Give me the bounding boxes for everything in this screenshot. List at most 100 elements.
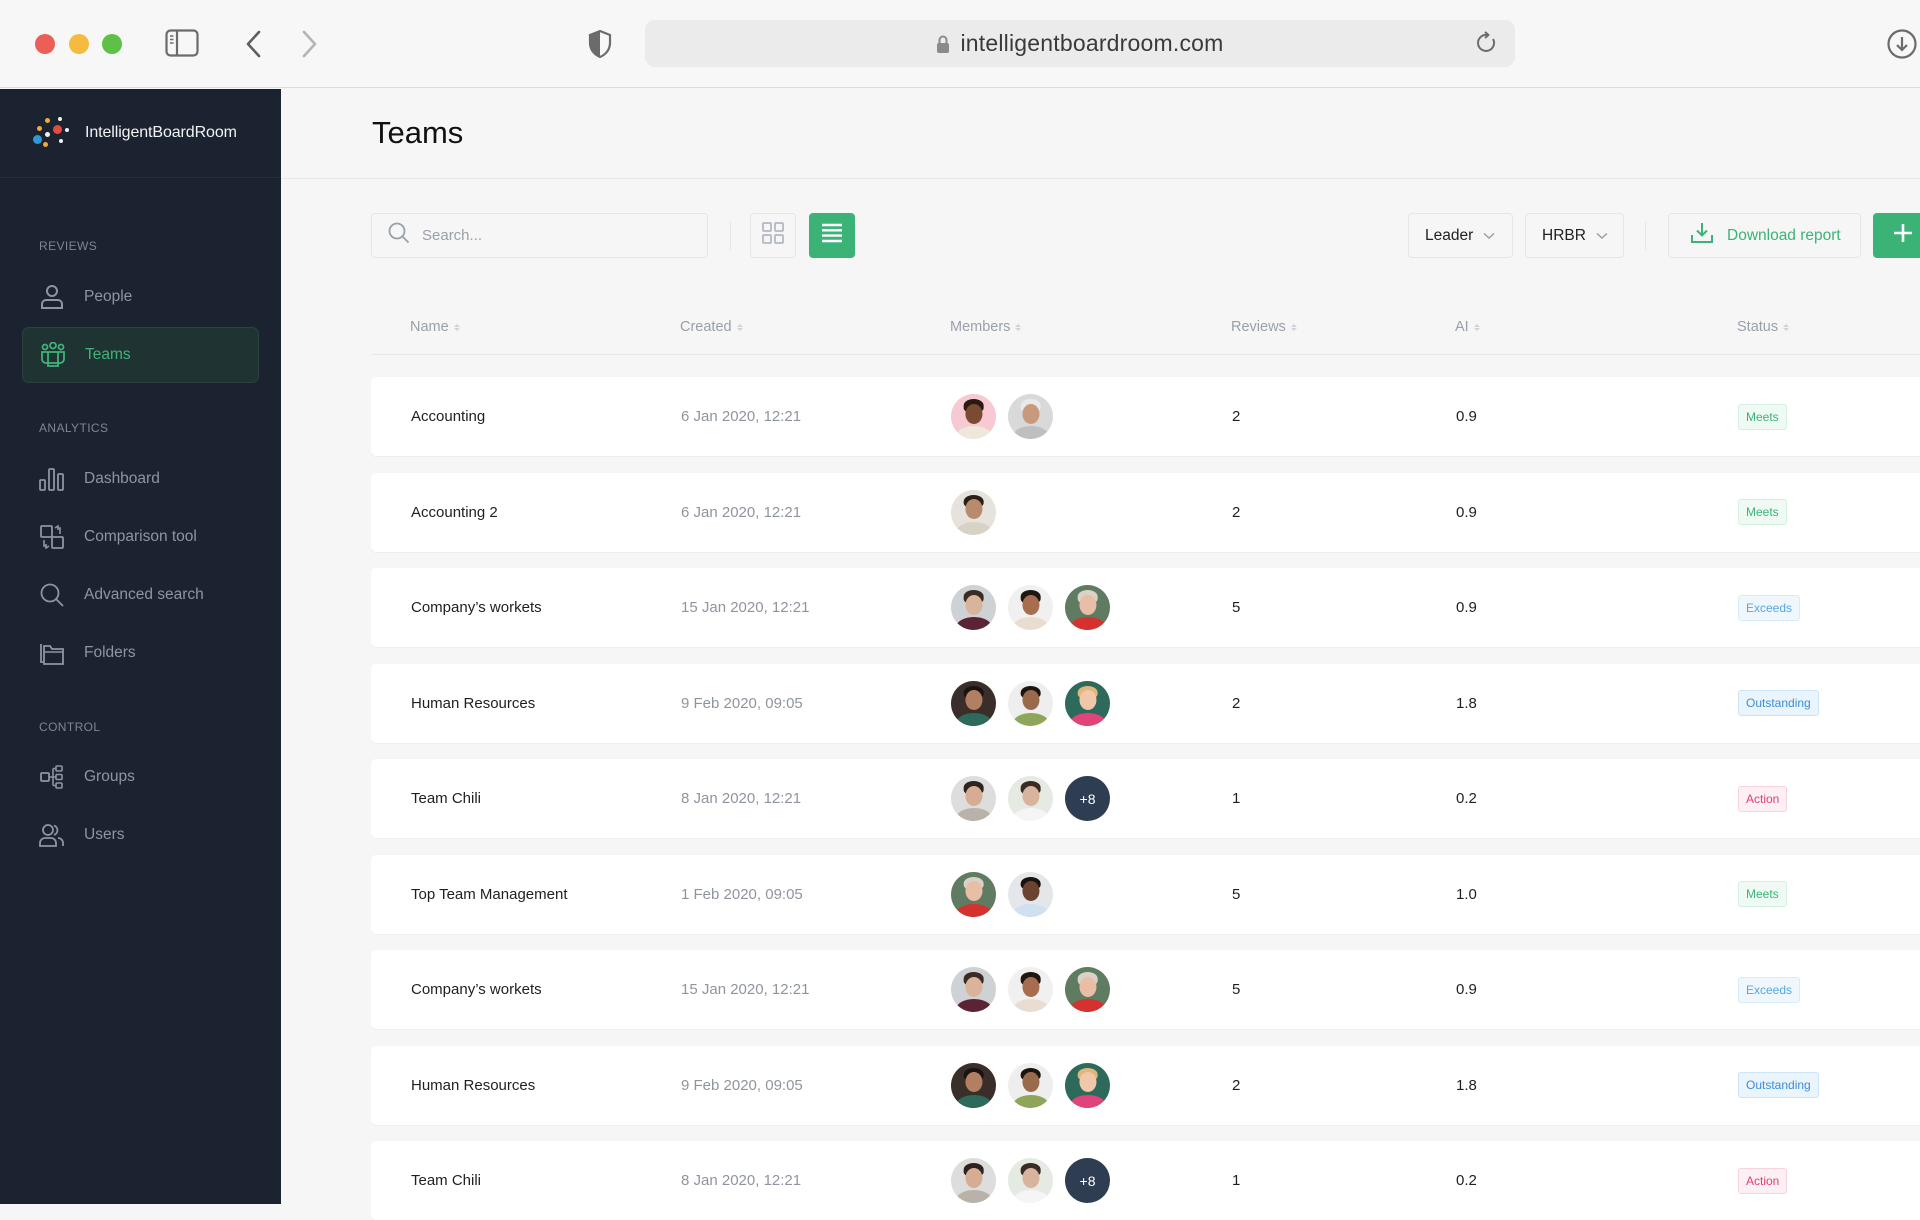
close-window-button[interactable] xyxy=(35,34,55,54)
avatar[interactable] xyxy=(1008,585,1053,630)
hrbr-filter-dropdown[interactable]: HRBR xyxy=(1525,213,1624,258)
search-icon xyxy=(388,222,410,249)
team-name[interactable]: Company’s workets xyxy=(411,568,542,647)
table-row[interactable]: Company’s workets 15 Jan 2020, 12:21 5 0.9 E… xyxy=(371,950,1920,1029)
status-cell: Outstanding xyxy=(1738,664,1819,743)
more-members-badge[interactable]: +8 xyxy=(1065,1158,1110,1203)
created-date: 8 Jan 2020, 12:21 xyxy=(681,790,802,807)
team-name[interactable]: Top Team Management xyxy=(411,855,567,934)
sidebar-item-teams[interactable]: Teams xyxy=(22,327,259,383)
divider xyxy=(730,222,731,250)
section-label-analytics: ANALYTICS xyxy=(39,421,109,435)
address-bar[interactable]: intelligentboardroom.com xyxy=(645,20,1515,67)
sidebar-item-label: People xyxy=(84,288,133,305)
sidebar-item-label: Dashboard xyxy=(84,470,160,487)
grid-view-button[interactable] xyxy=(750,213,796,258)
more-members-badge[interactable]: +8 xyxy=(1065,776,1110,821)
avatar[interactable] xyxy=(951,394,996,439)
search-input[interactable] xyxy=(422,227,682,244)
sort-icon xyxy=(736,323,743,331)
page-title: Teams xyxy=(372,115,464,150)
team-name[interactable]: Human Resources xyxy=(411,1046,535,1125)
team-name[interactable]: Accounting xyxy=(411,377,485,456)
sidebar-item-groups[interactable]: Groups xyxy=(22,749,259,805)
minimize-window-button[interactable] xyxy=(69,34,89,54)
table-row[interactable]: Accounting 2 6 Jan 2020, 12:21 2 0.9 Meets xyxy=(371,472,1920,552)
avatar[interactable] xyxy=(951,489,996,535)
avatar[interactable] xyxy=(1065,1062,1110,1108)
created-date: 9 Feb 2020, 09:05 xyxy=(681,694,803,712)
sidebar-item-comparison-tool[interactable]: Comparison tool xyxy=(22,509,259,565)
table-row[interactable]: Company’s workets 15 Jan 2020, 12:21 5 0.9 E… xyxy=(371,568,1920,647)
status-cell: Exceeds xyxy=(1738,950,1801,1029)
team-name[interactable]: Accounting 2 xyxy=(411,473,498,552)
add-team-button[interactable] xyxy=(1873,213,1920,258)
chevron-down-icon xyxy=(1596,227,1608,245)
avatar[interactable] xyxy=(951,871,996,917)
column-header-created[interactable]: Created xyxy=(680,319,743,335)
avatar[interactable] xyxy=(1065,585,1110,630)
avatar[interactable] xyxy=(1008,394,1053,439)
bar-chart-icon xyxy=(39,466,65,492)
grid-icon xyxy=(762,222,784,249)
downloads-icon[interactable] xyxy=(1886,28,1918,60)
ai-score: 0.9 xyxy=(1456,599,1477,616)
column-header-name[interactable]: Name xyxy=(410,319,460,335)
search-field[interactable] xyxy=(371,213,708,258)
avatar[interactable] xyxy=(1008,1158,1053,1203)
team-name[interactable]: Team Chili xyxy=(411,1141,481,1220)
status-cell: Meets xyxy=(1738,855,1787,934)
members-avatars xyxy=(951,950,1110,1029)
sidebar-toggle-icon[interactable] xyxy=(165,29,199,57)
list-view-button[interactable] xyxy=(809,213,855,258)
sidebar: IntelligentBoardRoom REVIEWS People Team… xyxy=(0,89,281,1204)
hrbr-filter-label: HRBR xyxy=(1542,226,1586,244)
sidebar-item-people[interactable]: People xyxy=(22,269,259,325)
avatar[interactable] xyxy=(1008,776,1053,821)
avatar[interactable] xyxy=(951,776,996,821)
avatar[interactable] xyxy=(951,1158,996,1203)
sidebar-item-dashboard[interactable]: Dashboard xyxy=(22,451,259,507)
maximize-window-button[interactable] xyxy=(102,34,122,54)
download-report-button[interactable]: Download report xyxy=(1668,213,1861,258)
avatar[interactable] xyxy=(1008,680,1053,726)
column-header-reviews[interactable]: Reviews xyxy=(1231,319,1297,335)
status-cell: Meets xyxy=(1738,377,1787,456)
avatar[interactable] xyxy=(951,680,996,726)
avatar[interactable] xyxy=(1065,680,1110,726)
team-name[interactable]: Human Resources xyxy=(411,664,535,743)
avatar[interactable] xyxy=(951,1062,996,1108)
sort-icon xyxy=(453,323,460,331)
team-name[interactable]: Company’s workets xyxy=(411,950,542,1029)
team-name[interactable]: Team Chili xyxy=(411,759,481,838)
leader-filter-dropdown[interactable]: Leader xyxy=(1408,213,1513,258)
search-icon xyxy=(39,582,65,608)
avatar[interactable] xyxy=(1008,871,1053,917)
sidebar-item-folders[interactable]: Folders xyxy=(22,625,259,681)
table-row[interactable]: Human Resources 9 Feb 2020, 09:05 2 1.8 Outs… xyxy=(371,1045,1920,1125)
column-header-ai[interactable]: AI xyxy=(1455,319,1480,335)
shield-icon[interactable] xyxy=(586,27,614,61)
sidebar-item-users[interactable]: Users xyxy=(22,807,259,863)
reviews-count: 2 xyxy=(1232,408,1241,425)
avatar[interactable] xyxy=(1065,967,1110,1012)
forward-arrow-icon[interactable] xyxy=(295,28,323,60)
avatar[interactable] xyxy=(951,585,996,630)
avatar[interactable] xyxy=(951,967,996,1012)
table-row[interactable]: Team Chili 8 Jan 2020, 12:21 +8 1 0.2 Action xyxy=(371,759,1920,838)
logo-icon xyxy=(33,117,73,149)
status-cell: Outstanding xyxy=(1738,1046,1819,1125)
column-header-status[interactable]: Status xyxy=(1737,319,1790,335)
avatar[interactable] xyxy=(1008,1062,1053,1108)
table-row[interactable]: Human Resources 9 Feb 2020, 09:05 2 1.8 Outs… xyxy=(371,663,1920,743)
table-row[interactable]: Team Chili 8 Jan 2020, 12:21 +8 1 0.2 Action xyxy=(371,1141,1920,1220)
brand[interactable]: IntelligentBoardRoom xyxy=(0,89,281,178)
brand-name: IntelligentBoardRoom xyxy=(85,124,237,141)
table-row[interactable]: Top Team Management 1 Feb 2020, 09:05 5 1.0… xyxy=(371,854,1920,934)
column-header-members[interactable]: Members xyxy=(950,319,1022,335)
avatar[interactable] xyxy=(1008,967,1053,1012)
reload-icon[interactable] xyxy=(1475,31,1499,55)
sidebar-item-advanced-search[interactable]: Advanced search xyxy=(22,567,259,623)
table-row[interactable]: Accounting 6 Jan 2020, 12:21 2 0.9 Meets xyxy=(371,377,1920,456)
back-arrow-icon[interactable] xyxy=(240,28,268,60)
